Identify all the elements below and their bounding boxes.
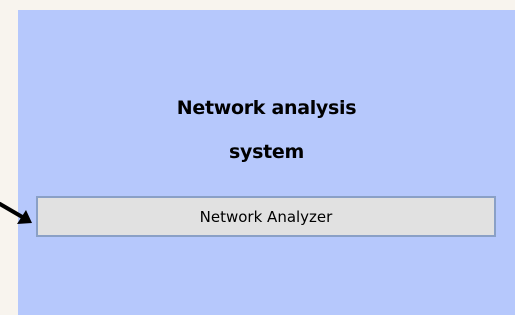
content-panel: Network analysis system Network Analyzer — [18, 10, 515, 315]
panel-title-line2: system — [229, 141, 304, 163]
arrow-pointer-icon — [0, 202, 32, 224]
network-analyzer-button[interactable]: Network Analyzer — [36, 196, 496, 237]
panel-title: Network analysis system — [18, 86, 515, 174]
panel-title-line1: Network analysis — [176, 97, 357, 119]
